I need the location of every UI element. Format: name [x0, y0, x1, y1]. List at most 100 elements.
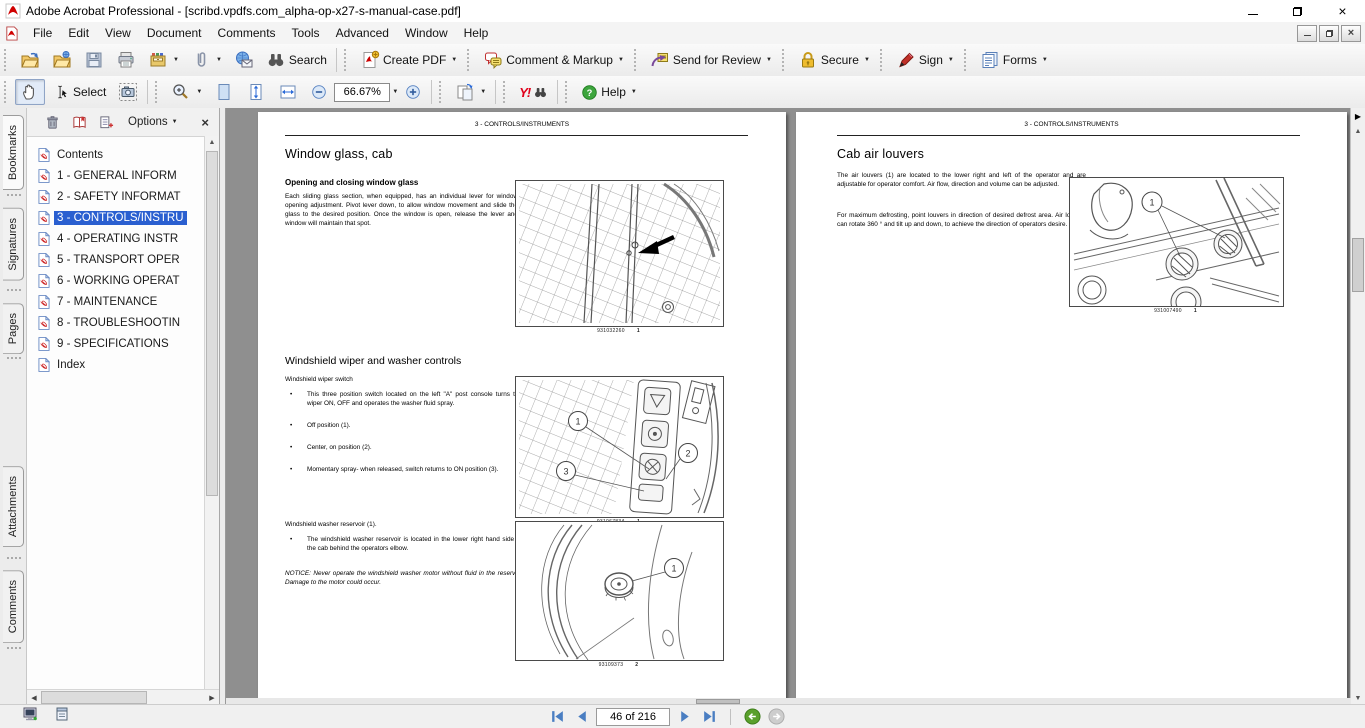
menu-advanced[interactable]: Advanced — [328, 24, 397, 42]
bookmark-item[interactable]: 3 - CONTROLS/INSTRU — [27, 207, 205, 228]
select-tool-button[interactable]: Select — [47, 80, 111, 104]
menu-edit[interactable]: Edit — [60, 24, 97, 42]
bookmark-item[interactable]: 7 - MAINTENANCE — [27, 291, 205, 312]
attach-button[interactable]: ▼ — [186, 47, 227, 73]
save-button[interactable] — [79, 47, 109, 73]
print-button[interactable] — [111, 47, 141, 73]
menu-file[interactable]: File — [25, 24, 60, 42]
restore-button[interactable] — [1275, 0, 1320, 22]
zoom-level-caret-icon[interactable]: ▼ — [392, 89, 398, 95]
toolbar-grip[interactable] — [634, 49, 639, 71]
doc-restore-button[interactable] — [1319, 25, 1339, 42]
open-button[interactable] — [15, 47, 45, 73]
send-for-review-button[interactable]: Send for Review ▼ — [645, 47, 777, 73]
toolbar-grip[interactable] — [155, 81, 160, 103]
bookmark-item[interactable]: 5 - TRANSPORT OPER — [27, 249, 205, 270]
toolbar-grip[interactable] — [344, 49, 349, 71]
bookmarks-vertical-scrollbar[interactable]: ▲ — [204, 136, 219, 690]
previous-view-button[interactable] — [743, 708, 761, 726]
bookmark-item[interactable]: 8 - TROUBLESHOOTIN — [27, 312, 205, 333]
bookmarks-horizontal-scrollbar[interactable]: ◀ ▶ — [27, 689, 219, 705]
comment-markup-button[interactable]: Comment & Markup ▼ — [478, 47, 629, 73]
bookmark-item[interactable]: 4 - OPERATING INSTR — [27, 228, 205, 249]
doc-minimize-button[interactable] — [1297, 25, 1317, 42]
menu-window[interactable]: Window — [397, 24, 456, 42]
bookmark-item[interactable]: 1 - GENERAL INFORM — [27, 165, 205, 186]
fit-page-button[interactable] — [241, 79, 271, 105]
toolbar-grip[interactable] — [4, 81, 9, 103]
snapshot-camera-icon — [118, 82, 138, 102]
scroll-down-icon[interactable]: ▼ — [1351, 691, 1365, 705]
bullet-icon: • — [285, 443, 307, 452]
tab-pages[interactable]: Pages — [3, 303, 24, 354]
screen-mode-icon[interactable] — [22, 706, 38, 727]
secure-button[interactable]: Secure ▼ — [793, 47, 875, 73]
document-status-icon[interactable] — [54, 706, 70, 727]
snapshot-tool-button[interactable] — [113, 79, 143, 105]
email-button[interactable] — [229, 47, 259, 73]
sign-button[interactable]: Sign ▼ — [891, 47, 959, 73]
first-page-button[interactable] — [548, 708, 566, 726]
menu-document[interactable]: Document — [139, 24, 210, 42]
zoom-out-button[interactable] — [305, 80, 333, 104]
scroll-up-icon[interactable]: ▲ — [205, 136, 219, 149]
toolbar-grip[interactable] — [565, 81, 570, 103]
bookmark-item[interactable]: Contents — [27, 144, 205, 165]
toolbar-grip[interactable] — [467, 49, 472, 71]
page-number-input[interactable] — [596, 708, 670, 726]
scroll-up-icon[interactable]: ▲ — [1351, 124, 1365, 138]
scroll-right-icon[interactable]: ▶ — [205, 694, 219, 702]
bookmark-item[interactable]: 6 - WORKING OPERAT — [27, 270, 205, 291]
next-page-button[interactable] — [676, 708, 694, 726]
tab-attachments[interactable]: Attachments — [3, 466, 24, 547]
toolbar-grip[interactable] — [782, 49, 787, 71]
new-bookmark-button[interactable] — [99, 115, 114, 130]
bookmarks-close-button[interactable]: × — [201, 115, 209, 130]
last-page-button[interactable] — [700, 708, 718, 726]
minimize-button[interactable] — [1230, 0, 1275, 22]
search-button[interactable]: Search — [261, 47, 332, 73]
zoom-level-field[interactable]: 66.67% — [334, 83, 390, 102]
bookmark-item[interactable]: 2 - SAFETY INFORMAT — [27, 186, 205, 207]
doc-close-button[interactable]: × — [1341, 25, 1361, 42]
open-from-web-button[interactable] — [47, 47, 77, 73]
tab-bookmarks[interactable]: Bookmarks — [3, 115, 24, 190]
bookmarks-scroll-thumb[interactable] — [206, 151, 218, 496]
close-button[interactable]: × — [1320, 0, 1365, 22]
forms-button[interactable]: Forms ▼ — [975, 47, 1053, 73]
tab-comments[interactable]: Comments — [3, 570, 24, 643]
previous-page-button[interactable] — [572, 708, 590, 726]
new-bookmark-icon — [99, 115, 114, 130]
zoom-tool-button[interactable]: ▼ — [166, 79, 207, 105]
bookmark-item[interactable]: Index — [27, 354, 205, 375]
actual-size-button[interactable] — [209, 79, 239, 105]
document-vertical-scrollbar[interactable]: ▶ ▲ ▼ — [1350, 108, 1365, 705]
toolbar-grip[interactable] — [4, 49, 9, 71]
scroll-left-icon[interactable]: ◀ — [27, 694, 41, 702]
page-layout-button[interactable]: ▼ — [450, 79, 491, 105]
help-button[interactable]: ? Help ▼ — [576, 81, 642, 104]
collapse-pane-icon[interactable]: ▶ — [1351, 108, 1365, 124]
bookmark-item[interactable]: 9 - SPECIFICATIONS — [27, 333, 205, 354]
next-view-button[interactable] — [767, 708, 785, 726]
tab-signatures[interactable]: Signatures — [3, 208, 24, 281]
expand-current-bookmark-button[interactable] — [72, 115, 87, 130]
toolbar-grip[interactable] — [964, 49, 969, 71]
hand-tool-button[interactable] — [15, 79, 45, 105]
create-pdf-button[interactable]: Create PDF ▼ — [355, 47, 462, 73]
bookmarks-options-button[interactable]: Options ▼ — [128, 116, 178, 128]
fit-width-button[interactable] — [273, 79, 303, 105]
toolbar-grip[interactable] — [880, 49, 885, 71]
document-scroll-thumb[interactable] — [1352, 238, 1364, 292]
toolbar-grip[interactable] — [503, 81, 508, 103]
yahoo-search-button[interactable]: Y! — [514, 82, 553, 103]
menu-view[interactable]: View — [97, 24, 139, 42]
zoom-in-button[interactable] — [399, 80, 427, 104]
organizer-button[interactable]: ▼ — [143, 47, 184, 73]
menu-tools[interactable]: Tools — [284, 24, 328, 42]
toolbar-grip[interactable] — [439, 81, 444, 103]
menu-help[interactable]: Help — [456, 24, 497, 42]
bookmarks-hscroll-thumb[interactable] — [41, 691, 147, 704]
menu-comments[interactable]: Comments — [210, 24, 284, 42]
delete-bookmark-button[interactable] — [45, 115, 60, 130]
